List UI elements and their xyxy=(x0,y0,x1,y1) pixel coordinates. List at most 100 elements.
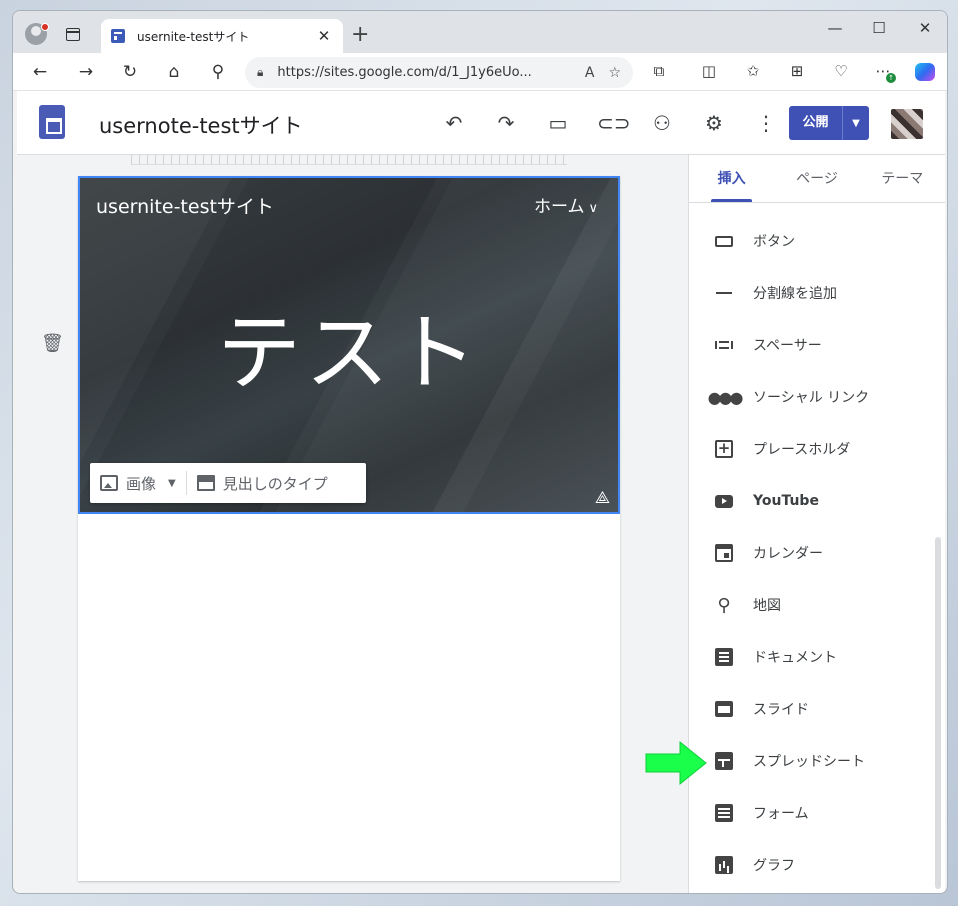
favorites-icon[interactable]: ✩ xyxy=(741,62,765,80)
image-button-label: 画像 xyxy=(126,474,157,493)
panel-scrollbar[interactable] xyxy=(935,537,941,889)
search-icon[interactable]: ⚲ xyxy=(205,60,231,84)
google-sites-logo-icon[interactable] xyxy=(39,105,65,139)
close-window-button[interactable]: ✕ xyxy=(905,19,945,37)
tab-actions-icon[interactable] xyxy=(66,28,80,41)
insert-list: ボタン 分割線を追加 スペーサー ●●● ソーシャル リンク + プレースホルダ… xyxy=(689,215,945,891)
spacer-icon xyxy=(711,341,737,349)
insert-item-label: フォーム xyxy=(753,806,809,822)
preview-devices-icon[interactable]: ▭ xyxy=(545,110,571,136)
notification-dot xyxy=(41,23,49,31)
insert-item-label: スライド xyxy=(753,702,809,718)
update-badge: ↑ xyxy=(886,73,896,83)
browser-essentials-icon[interactable]: ♡ xyxy=(829,62,853,80)
banner-site-name[interactable]: usernite-testサイト xyxy=(96,192,274,219)
split-screen-icon[interactable]: ◫ xyxy=(697,62,721,80)
insert-youtube-item[interactable]: YouTube xyxy=(689,475,945,527)
insert-divider-item[interactable]: 分割線を追加 xyxy=(689,267,945,319)
calendar-icon xyxy=(711,544,737,562)
insert-item-label: 地図 xyxy=(753,598,781,614)
chart-icon xyxy=(711,856,737,874)
banner-title[interactable]: テスト xyxy=(80,286,618,407)
undo-icon[interactable]: ↶ xyxy=(441,110,467,136)
collections-icon[interactable]: ⊞ xyxy=(785,62,809,80)
active-tab[interactable]: usernite-testサイト ✕ xyxy=(101,19,343,53)
docs-icon xyxy=(711,648,737,666)
insert-spacer-item[interactable]: スペーサー xyxy=(689,319,945,371)
avatar[interactable] xyxy=(891,109,923,139)
copilot-icon[interactable] xyxy=(915,63,935,81)
insert-docs-item[interactable]: ドキュメント xyxy=(689,631,945,683)
forms-icon xyxy=(711,804,737,822)
header-type-icon xyxy=(196,475,215,491)
insert-placeholder-item[interactable]: + プレースホルダ xyxy=(689,423,945,475)
insert-social-links-item[interactable]: ●●● ソーシャル リンク xyxy=(689,371,945,423)
refresh-icon[interactable]: ↻ xyxy=(117,60,143,84)
pointer-arrow-icon xyxy=(645,740,707,786)
close-tab-icon[interactable]: ✕ xyxy=(315,27,333,45)
insert-map-item[interactable]: ⚲ 地図 xyxy=(689,579,945,631)
insert-item-label: スペーサー xyxy=(753,338,822,354)
tab-title: usernite-testサイト xyxy=(137,29,250,44)
insert-sheets-item[interactable]: スプレッドシート xyxy=(689,735,945,787)
share-add-person-icon[interactable]: ⚇ xyxy=(649,110,675,136)
image-icon xyxy=(100,475,118,491)
banner-toolbar: 画像 ▼ 見出しのタイプ xyxy=(90,463,366,503)
new-tab-button[interactable]: + xyxy=(351,24,369,46)
tab-strip: usernite-testサイト ✕ + — ☐ ✕ xyxy=(13,11,947,53)
sites-header: usernote-testサイト ↶ ↷ ▭ ⊂⊃ ⚇ ⚙ ⋮ 公開 ▼ xyxy=(17,91,945,155)
google-sites-favicon-icon xyxy=(111,29,125,43)
extensions-icon[interactable]: ⧉ xyxy=(647,62,671,80)
shapes-icon[interactable]: ⟁ xyxy=(595,488,610,508)
tab-themes[interactable]: テーマ xyxy=(860,155,945,202)
header-type-button[interactable]: 見出しのタイプ xyxy=(187,463,338,503)
maximize-button[interactable]: ☐ xyxy=(859,19,899,37)
publish-dropdown-icon[interactable]: ▼ xyxy=(843,118,869,129)
forward-icon[interactable]: → xyxy=(73,60,99,84)
insert-chart-item[interactable]: グラフ xyxy=(689,839,945,891)
insert-forms-item[interactable]: フォーム xyxy=(689,787,945,839)
nav-home-menu[interactable]: ホーム ∨ xyxy=(534,192,598,217)
insert-item-label: 分割線を追加 xyxy=(753,286,837,302)
read-aloud-icon[interactable]: A xyxy=(585,65,595,81)
delete-section-icon[interactable]: 🗑︎ xyxy=(41,333,64,354)
insert-slides-item[interactable]: スライド xyxy=(689,683,945,735)
publish-label[interactable]: 公開 xyxy=(789,106,843,140)
insert-item-label: ボタン xyxy=(753,234,795,250)
dropdown-caret-icon: ▼ xyxy=(168,477,176,489)
slides-icon xyxy=(711,701,737,717)
minimize-button[interactable]: — xyxy=(815,19,855,37)
insert-item-label: ソーシャル リンク xyxy=(753,390,870,406)
tab-insert[interactable]: 挿入 xyxy=(689,155,774,202)
redo-icon[interactable]: ↷ xyxy=(493,110,519,136)
tab-pages[interactable]: ページ xyxy=(774,155,859,202)
panel-tabs: 挿入 ページ テーマ xyxy=(689,155,945,203)
insert-item-label: YouTube xyxy=(753,493,819,509)
browser-window: usernite-testサイト ✕ + — ☐ ✕ ← → ↻ ⌂ ⚲ 🔒︎ … xyxy=(12,10,948,894)
insert-item-label: スプレッドシート xyxy=(753,754,865,770)
more-options-icon[interactable]: ⋮ xyxy=(753,110,779,136)
insert-calendar-item[interactable]: カレンダー xyxy=(689,527,945,579)
publish-button[interactable]: 公開 ▼ xyxy=(789,106,869,140)
ruler xyxy=(131,155,567,165)
insert-item-label: カレンダー xyxy=(753,546,823,562)
home-icon[interactable]: ⌂ xyxy=(161,60,187,84)
nav-home-label[interactable]: ホーム xyxy=(534,197,585,217)
insert-item-label: プレースホルダ xyxy=(753,442,851,458)
chevron-down-icon[interactable]: ∨ xyxy=(588,201,598,216)
button-icon xyxy=(711,235,737,247)
header-banner[interactable]: usernite-testサイト ホーム∨ テスト 画像 ▼ 見出しのタイプ xyxy=(78,176,620,514)
copy-link-icon[interactable]: ⊂⊃ xyxy=(597,110,631,136)
url-field[interactable]: 🔒︎ https://sites.google.com/d/1_J1y6eUo.… xyxy=(245,57,633,88)
insert-item-label: ドキュメント xyxy=(753,650,837,666)
lock-icon[interactable]: 🔒︎ xyxy=(257,65,263,80)
site-page[interactable]: usernite-testサイト ホーム∨ テスト 画像 ▼ 見出しのタイプ xyxy=(78,176,620,881)
url-text[interactable]: https://sites.google.com/d/1_J1y6eUo... xyxy=(277,65,570,80)
settings-gear-icon[interactable]: ⚙ xyxy=(701,110,727,136)
image-button[interactable]: 画像 ▼ xyxy=(90,463,186,503)
header-type-label: 見出しのタイプ xyxy=(222,474,328,493)
back-icon[interactable]: ← xyxy=(27,60,53,84)
site-title[interactable]: usernote-testサイト xyxy=(99,110,303,140)
insert-button-item[interactable]: ボタン xyxy=(689,215,945,267)
favorite-star-icon[interactable]: ☆ xyxy=(608,65,621,81)
